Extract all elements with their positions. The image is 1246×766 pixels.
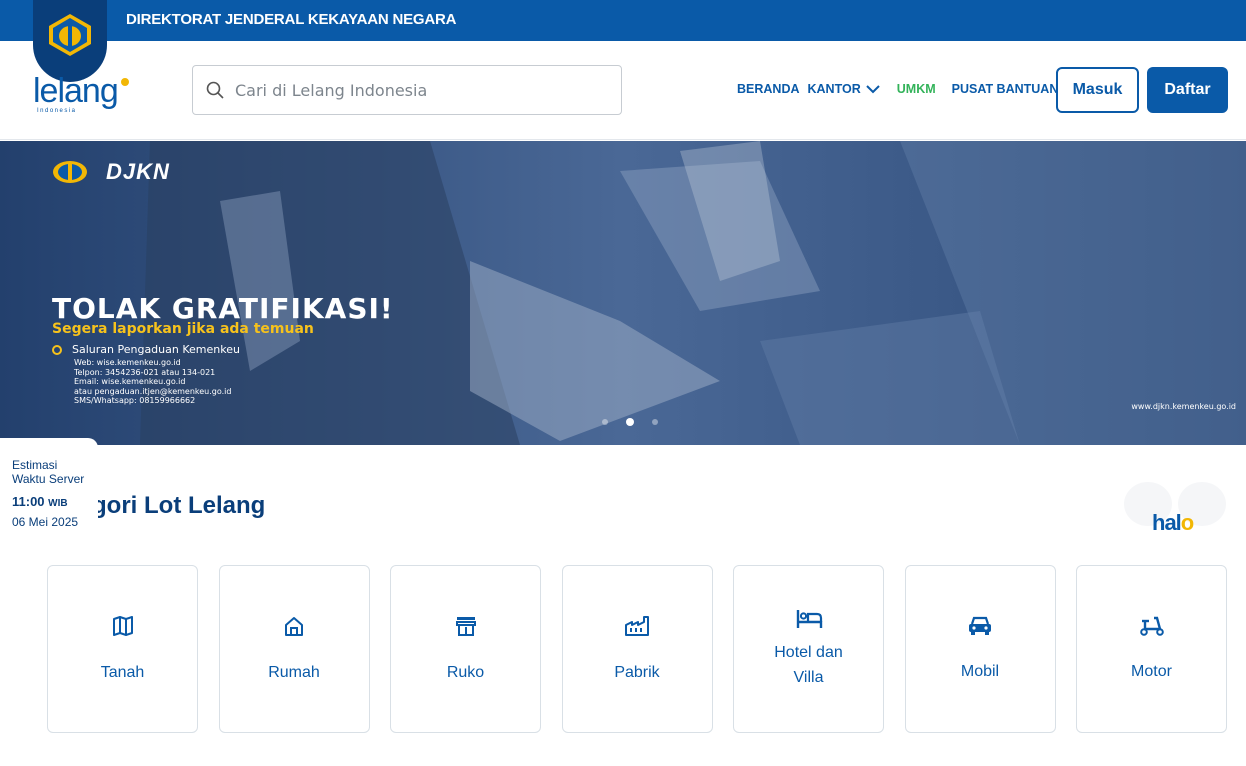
house-icon — [285, 616, 303, 636]
main-nav: BERANDA KANTOR UMKM PUSAT BANTUAN — [737, 82, 1066, 96]
register-button[interactable]: Daftar — [1147, 67, 1228, 113]
chevron-down-icon — [866, 85, 880, 94]
contact-line: Web: wise.kemenkeu.go.id — [74, 358, 181, 367]
category-card-rumah[interactable]: Rumah — [218, 565, 370, 733]
nav-pusat-bantuan[interactable]: PUSAT BANTUAN — [952, 82, 1059, 96]
logo-dot — [121, 78, 129, 86]
kemenkeu-emblem[interactable] — [33, 0, 107, 82]
category-card-mobil[interactable]: Mobil — [904, 565, 1056, 733]
hero-contacts: Web: wise.kemenkeu.go.id Telpon: 3454236… — [74, 358, 231, 406]
scooter-icon — [1139, 616, 1164, 636]
category-label: Tanah — [100, 663, 145, 681]
contact-line: Email: wise.kemenkeu.go.id — [74, 377, 186, 386]
category-list: Tanah Rumah Ruko Pabrik Hotel dan Villa … — [47, 565, 1246, 733]
logo-sub: Indonesia — [37, 108, 77, 114]
server-time-zone: WIB — [48, 498, 68, 509]
category-label: Pabrik — [614, 663, 660, 681]
store-icon — [455, 616, 476, 636]
carousel-dot-active[interactable] — [626, 418, 634, 426]
server-date: 06 Mei 2025 — [12, 515, 79, 529]
halo-o: o — [1180, 510, 1194, 535]
halo-text: hal — [1152, 510, 1182, 535]
contact-line: atau pengaduan.itjen@kemenkeu.go.id — [74, 386, 232, 396]
nav-beranda[interactable]: BERANDA — [737, 82, 800, 96]
top-bar-title: DIREKTORAT JENDERAL KEKAYAAN NEGARA — [126, 11, 457, 28]
hero-url: www.djkn.kemenkeu.go.id — [1131, 402, 1236, 411]
server-time-label-2: Waktu Server — [12, 472, 85, 486]
nav-kantor[interactable]: KANTOR — [808, 82, 881, 96]
nav-kantor-label: KANTOR — [807, 82, 861, 96]
hero-banner[interactable]: DJKN TOLAK GRATIFIKASI! Segera laporkan … — [0, 141, 1246, 445]
category-label: Hotel dan Villa — [774, 644, 843, 686]
server-time-panel: Estimasi Waktu Server 11:00 WIB 06 Mei 2… — [0, 438, 98, 538]
djkn-brand: DJKN — [52, 159, 170, 185]
carousel-dots — [602, 418, 676, 426]
bed-icon — [796, 610, 822, 628]
login-button[interactable]: Masuk — [1056, 67, 1139, 113]
category-card-motor[interactable]: Motor — [1076, 565, 1227, 733]
car-icon — [969, 616, 991, 635]
category-label: Motor — [1131, 662, 1172, 680]
lelang-logo[interactable]: lelang Indonesia — [33, 72, 129, 114]
halo-logo: halo — [1152, 510, 1194, 536]
factory-icon — [625, 615, 649, 636]
hero-channel-text: Saluran Pengaduan Kemenkeu — [72, 343, 240, 356]
hero-subtitle: Segera laporkan jika ada temuan — [52, 321, 314, 337]
emblem-icon — [49, 14, 91, 56]
carousel-dot[interactable] — [602, 419, 608, 425]
carousel-dot[interactable] — [652, 419, 658, 425]
server-time-label-1: Estimasi — [12, 458, 58, 472]
category-label: Ruko — [446, 663, 485, 681]
server-time-clock: 11:00 — [12, 494, 45, 509]
logo-word: lelang — [33, 72, 119, 110]
search-box[interactable] — [192, 65, 622, 115]
category-label: Rumah — [268, 663, 320, 681]
search-icon — [206, 81, 224, 99]
category-card-pabrik[interactable]: Pabrik — [561, 565, 713, 733]
djkn-emblem-icon — [53, 161, 87, 183]
category-label: Mobil — [960, 662, 1000, 680]
category-card-ruko[interactable]: Ruko — [390, 565, 541, 733]
top-bar: DIREKTORAT JENDERAL KEKAYAAN NEGARA — [0, 0, 1246, 41]
contact-line: SMS/Whatsapp: 08159966662 — [74, 396, 196, 405]
category-card-tanah[interactable]: Tanah — [47, 565, 198, 733]
bullet-ring — [52, 344, 62, 355]
hero-channel: Saluran Pengaduan Kemenkeu — [52, 343, 240, 356]
search-input[interactable] — [235, 74, 605, 106]
halo-djkn-chat[interactable]: halo — [1122, 480, 1228, 536]
contact-line: Telpon: 3454236-021 atau 134-021 — [74, 367, 216, 377]
map-icon — [112, 615, 133, 636]
server-time-value: 11:00 WIB — [12, 494, 98, 509]
djkn-text: DJKN — [106, 159, 170, 184]
nav-umkm[interactable]: UMKM — [897, 82, 936, 96]
category-card-hotel-villa[interactable]: Hotel dan Villa — [733, 565, 884, 733]
